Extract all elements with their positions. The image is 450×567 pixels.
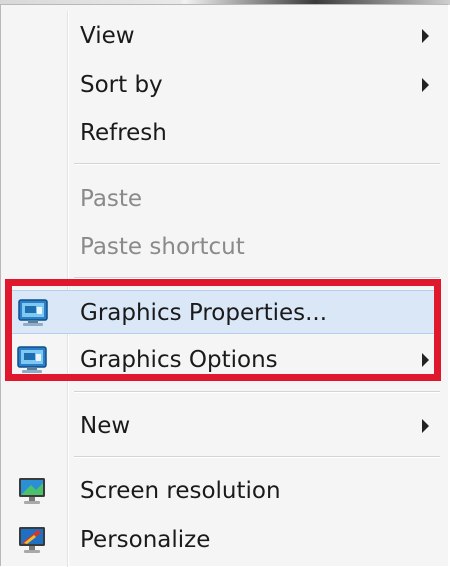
submenu-arrow-icon (422, 78, 429, 92)
menu-item-label: Personalize (80, 527, 211, 553)
menu-item-new[interactable]: New (7, 404, 437, 448)
menu-item-refresh[interactable]: Refresh (7, 111, 437, 155)
menu-item-label: Graphics Properties... (80, 300, 328, 326)
submenu-arrow-icon (422, 353, 429, 367)
menu-item-sort-by[interactable]: Sort by (7, 63, 437, 107)
menu-item-label: Refresh (80, 120, 167, 146)
menu-item-paste: Paste (7, 177, 437, 221)
menu-item-personalize[interactable]: Personalize (7, 518, 437, 562)
menu-separator (74, 163, 440, 165)
menu-separator (74, 277, 440, 279)
intel-graphics-icon (16, 345, 48, 375)
menu-separator (74, 391, 440, 393)
menu-item-label: Graphics Options (80, 347, 278, 373)
menu-item-label: Paste shortcut (80, 234, 245, 260)
menu-item-screen-resolution[interactable]: Screen resolution (7, 469, 437, 513)
menu-item-label: Screen resolution (80, 478, 281, 504)
intel-graphics-icon (17, 298, 49, 328)
desktop-context-menu: View Sort by Refresh Paste Paste shortcu… (0, 4, 448, 567)
submenu-arrow-icon (422, 419, 429, 433)
menu-item-graphics-options[interactable]: Graphics Options (7, 338, 437, 382)
menu-separator (74, 456, 440, 458)
menu-item-label: New (80, 413, 131, 439)
menu-item-view[interactable]: View (7, 14, 437, 58)
menu-item-label: Sort by (80, 72, 163, 98)
personalize-icon (16, 525, 48, 555)
submenu-arrow-icon (422, 29, 429, 43)
screen-resolution-icon (16, 476, 48, 506)
menu-item-label: View (80, 23, 135, 49)
menu-item-graphics-properties[interactable]: Graphics Properties... (7, 290, 437, 334)
menu-item-paste-shortcut: Paste shortcut (7, 225, 437, 269)
menu-item-label: Paste (80, 186, 143, 212)
